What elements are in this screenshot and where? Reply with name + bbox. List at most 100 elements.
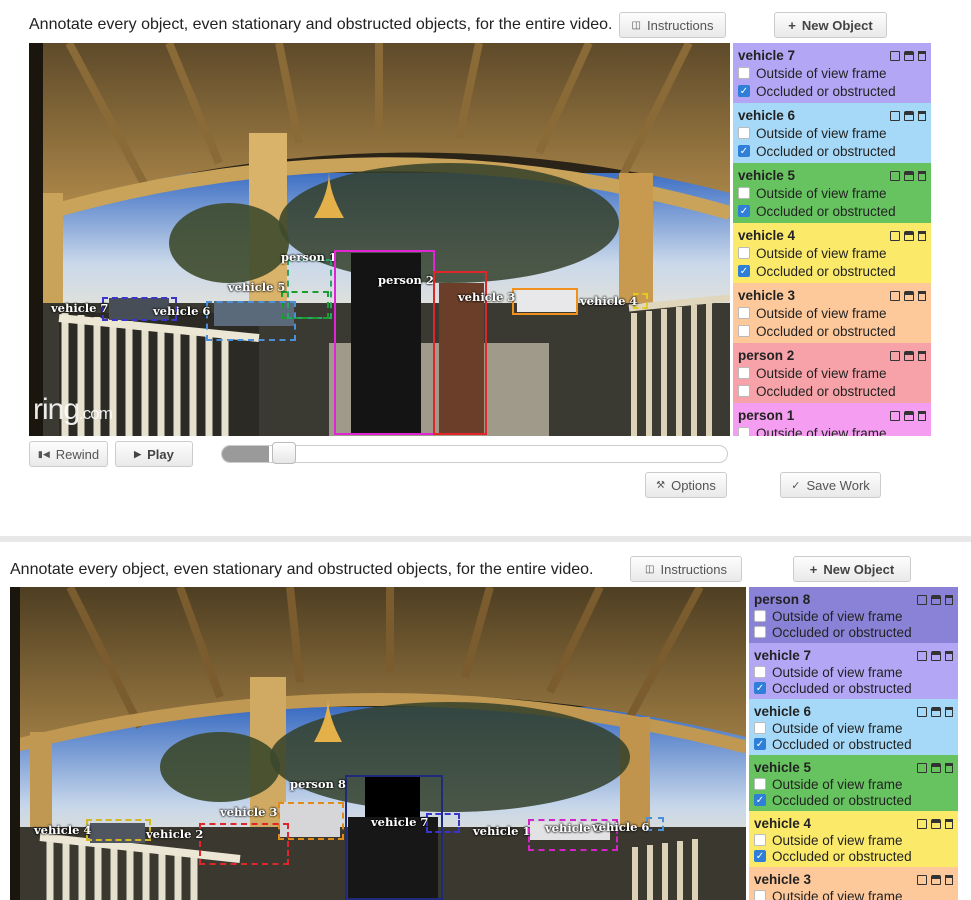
outside-checkbox-row[interactable]: Outside of view frame	[738, 124, 926, 142]
trash-icon[interactable]	[918, 410, 926, 421]
lock-icon[interactable]	[904, 50, 914, 61]
occluded-checkbox-row[interactable]: ✓ Occluded or obstructed	[754, 848, 953, 864]
bbox-vehicle-3[interactable]	[512, 288, 578, 315]
object-card-vehicle-6[interactable]: vehicle 6 Outside of view frame ✓ Occlude…	[733, 103, 931, 163]
outside-checkbox-row[interactable]: Outside of view frame	[754, 832, 953, 848]
outside-checkbox-row[interactable]: Outside of view frame	[754, 888, 953, 900]
occluded-checkbox[interactable]: ✓	[754, 850, 766, 862]
play-button[interactable]: ▶ Play	[115, 441, 193, 467]
trash-icon[interactable]	[945, 594, 953, 605]
occluded-checkbox-row[interactable]: Occluded or obstructed	[738, 382, 926, 400]
occluded-checkbox-row[interactable]: ✓ Occluded or obstructed	[754, 792, 953, 808]
lock-icon[interactable]	[904, 290, 914, 301]
outside-checkbox-row[interactable]: Outside of view frame	[754, 720, 953, 736]
object-card-vehicle-5[interactable]: vehicle 5 Outside of view frame ✓ Occlude…	[733, 163, 931, 223]
occluded-checkbox-row[interactable]: ✓ Occluded or obstructed	[738, 142, 926, 160]
save-work-button[interactable]: ✓ Save Work	[780, 472, 881, 498]
bbox-vehicle-4[interactable]	[86, 819, 151, 841]
outside-checkbox-row[interactable]: Outside of view frame	[738, 244, 926, 262]
object-card-vehicle-3[interactable]: vehicle 3 Outside of view frame	[749, 867, 958, 900]
bbox-vehicle-7[interactable]	[102, 297, 177, 321]
outside-checkbox-row[interactable]: Outside of view frame	[738, 424, 926, 436]
outside-checkbox[interactable]	[738, 367, 750, 379]
bbox-vehicle-7[interactable]	[426, 813, 460, 833]
rewind-button[interactable]: ▮◀ Rewind	[29, 441, 108, 467]
occluded-checkbox[interactable]: ✓	[738, 205, 750, 217]
occluded-checkbox-row[interactable]: ✓ Occluded or obstructed	[754, 736, 953, 752]
object-card-vehicle-6[interactable]: vehicle 6 Outside of view frame ✓ Occlude…	[749, 699, 958, 755]
object-card-vehicle-3[interactable]: vehicle 3 Outside of view frame Occluded…	[733, 283, 931, 343]
image-icon[interactable]	[917, 650, 927, 661]
object-card-vehicle-4[interactable]: vehicle 4 Outside of view frame ✓ Occlude…	[749, 811, 958, 867]
outside-checkbox[interactable]	[738, 127, 750, 139]
trash-icon[interactable]	[918, 350, 926, 361]
instructions-button[interactable]: ◫ Instructions	[630, 556, 742, 582]
image-icon[interactable]	[890, 350, 900, 361]
outside-checkbox-row[interactable]: Outside of view frame	[754, 608, 953, 624]
occluded-checkbox[interactable]: ✓	[754, 794, 766, 806]
lock-icon[interactable]	[931, 818, 941, 829]
image-icon[interactable]	[917, 706, 927, 717]
occluded-checkbox-row[interactable]: Occluded or obstructed	[738, 322, 926, 340]
trash-icon[interactable]	[945, 818, 953, 829]
outside-checkbox[interactable]	[754, 778, 766, 790]
video-frame[interactable]: ring.com person 1 person 2 vehicle 3 veh…	[29, 43, 730, 436]
image-icon[interactable]	[890, 170, 900, 181]
options-button[interactable]: ⚒ Options	[645, 472, 727, 498]
video-scrubber[interactable]	[221, 445, 728, 463]
outside-checkbox[interactable]	[754, 666, 766, 678]
lock-icon[interactable]	[904, 230, 914, 241]
outside-checkbox-row[interactable]: Outside of view frame	[738, 64, 926, 82]
object-card-vehicle-7[interactable]: vehicle 7 Outside of view frame ✓ Occlude…	[749, 643, 958, 699]
outside-checkbox[interactable]	[738, 247, 750, 259]
image-icon[interactable]	[890, 230, 900, 241]
lock-icon[interactable]	[904, 110, 914, 121]
image-icon[interactable]	[917, 594, 927, 605]
image-icon[interactable]	[890, 410, 900, 421]
lock-icon[interactable]	[931, 762, 941, 773]
trash-icon[interactable]	[945, 762, 953, 773]
outside-checkbox-row[interactable]: Outside of view frame	[738, 184, 926, 202]
image-icon[interactable]	[917, 762, 927, 773]
outside-checkbox[interactable]	[754, 722, 766, 734]
image-icon[interactable]	[890, 110, 900, 121]
outside-checkbox-row[interactable]: Outside of view frame	[738, 364, 926, 382]
bbox-vehicle-2[interactable]	[199, 823, 289, 865]
occluded-checkbox[interactable]: ✓	[738, 85, 750, 97]
outside-checkbox[interactable]	[754, 834, 766, 846]
image-icon[interactable]	[890, 290, 900, 301]
outside-checkbox[interactable]	[754, 610, 766, 622]
outside-checkbox-row[interactable]: Outside of view frame	[754, 664, 953, 680]
outside-checkbox-row[interactable]: Outside of view frame	[754, 776, 953, 792]
bbox-vehicle-6[interactable]	[206, 301, 296, 341]
trash-icon[interactable]	[918, 110, 926, 121]
occluded-checkbox[interactable]	[754, 626, 766, 638]
outside-checkbox[interactable]	[738, 427, 750, 436]
object-card-vehicle-4[interactable]: vehicle 4 Outside of view frame ✓ Occlude…	[733, 223, 931, 283]
trash-icon[interactable]	[918, 230, 926, 241]
new-object-button[interactable]: + New Object	[793, 556, 911, 582]
trash-icon[interactable]	[945, 874, 953, 885]
occluded-checkbox[interactable]: ✓	[754, 738, 766, 750]
outside-checkbox[interactable]	[738, 67, 750, 79]
occluded-checkbox[interactable]: ✓	[738, 265, 750, 277]
video-frame[interactable]: person 8 vehicle 3 vehicle 4 vehicle 2 v…	[10, 587, 746, 900]
trash-icon[interactable]	[945, 706, 953, 717]
trash-icon[interactable]	[918, 50, 926, 61]
occluded-checkbox-row[interactable]: Occluded or obstructed	[754, 624, 953, 640]
new-object-button[interactable]: + New Object	[774, 12, 887, 38]
object-card-person-2[interactable]: person 2 Outside of view frame Occluded …	[733, 343, 931, 403]
occluded-checkbox-row[interactable]: ✓ Occluded or obstructed	[754, 680, 953, 696]
object-card-person-1[interactable]: person 1 Outside of view frame	[733, 403, 931, 436]
scrubber-handle[interactable]	[272, 442, 297, 464]
trash-icon[interactable]	[918, 290, 926, 301]
trash-icon[interactable]	[945, 650, 953, 661]
image-icon[interactable]	[890, 50, 900, 61]
lock-icon[interactable]	[904, 410, 914, 421]
lock-icon[interactable]	[904, 170, 914, 181]
outside-checkbox-row[interactable]: Outside of view frame	[738, 304, 926, 322]
occluded-checkbox-row[interactable]: ✓ Occluded or obstructed	[738, 202, 926, 220]
instructions-button[interactable]: ◫ Instructions	[619, 12, 726, 38]
occluded-checkbox-row[interactable]: ✓ Occluded or obstructed	[738, 262, 926, 280]
image-icon[interactable]	[917, 818, 927, 829]
